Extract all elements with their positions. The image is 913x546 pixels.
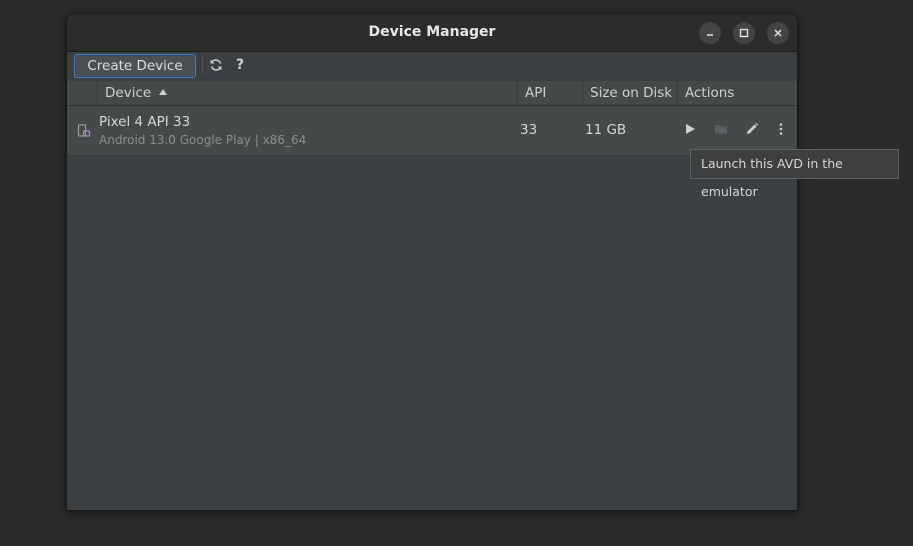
device-subtitle: Android 13.0 Google Play | x86_64: [99, 133, 307, 147]
title-bar[interactable]: Device Manager: [67, 14, 797, 52]
folder-icon: [715, 125, 727, 134]
column-header-device[interactable]: Device: [97, 81, 517, 105]
maximize-icon: [739, 28, 749, 38]
phone-icon: [77, 123, 91, 142]
device-manager-window: Device Manager Create Device ? Device AP…: [66, 13, 798, 511]
device-name: Pixel 4 API 33: [99, 114, 191, 130]
close-button[interactable]: [767, 22, 789, 44]
refresh-icon: [210, 59, 222, 71]
show-on-disk-button[interactable]: [712, 120, 730, 138]
help-button[interactable]: ?: [231, 56, 249, 74]
column-header-size[interactable]: Size on Disk: [582, 81, 677, 105]
sort-ascending-icon: [159, 89, 168, 95]
pencil-icon: [747, 122, 759, 134]
minimize-icon: [707, 34, 713, 36]
toolbar-separator: [202, 56, 203, 74]
refresh-button[interactable]: [207, 56, 225, 74]
window-title: Device Manager: [368, 24, 496, 40]
toolbar: Create Device ?: [67, 52, 797, 81]
device-size: 11 GB: [585, 122, 627, 138]
launch-button[interactable]: [681, 120, 699, 138]
create-device-button[interactable]: Create Device: [74, 54, 196, 78]
more-vertical-icon: [779, 123, 783, 135]
maximize-button[interactable]: [733, 22, 755, 44]
table-header: Device API Size on Disk Actions: [67, 81, 797, 106]
column-header-device-label: Device: [105, 85, 152, 101]
table-row[interactable]: Pixel 4 API 33 Android 13.0 Google Play …: [67, 106, 797, 156]
minimize-button[interactable]: [699, 22, 721, 44]
column-header-api[interactable]: API: [517, 81, 582, 105]
edit-button[interactable]: [743, 120, 761, 138]
column-header-actions[interactable]: Actions: [677, 81, 797, 105]
device-api: 33: [520, 122, 538, 138]
close-icon: [774, 29, 782, 37]
launch-tooltip: Launch this AVD in the emulator: [690, 149, 899, 199]
more-actions-button[interactable]: [772, 120, 790, 138]
play-icon: [686, 124, 695, 134]
